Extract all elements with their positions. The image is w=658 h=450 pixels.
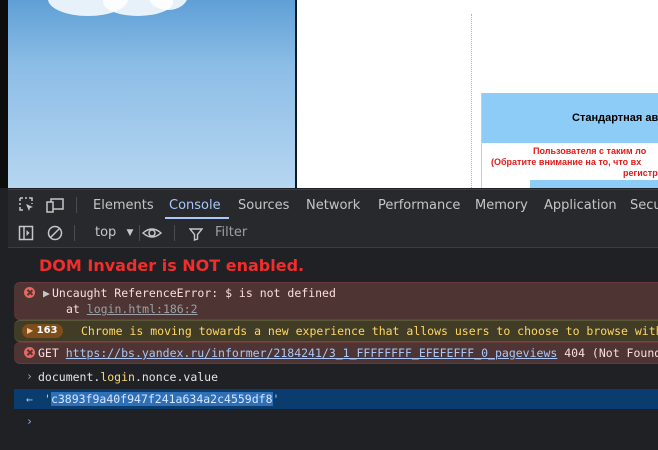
command-object: document. xyxy=(38,370,101,384)
device-toolbar-icon[interactable] xyxy=(46,196,64,214)
inspect-element-icon[interactable] xyxy=(18,196,36,214)
tab-application[interactable]: Application xyxy=(544,198,617,213)
webpage-viewport: Стандартная ав Пользователя с таким ло (… xyxy=(0,0,658,188)
source-location-link[interactable]: login.html:186:2 xyxy=(87,302,198,316)
console-command-row: › document.login.nonce.value xyxy=(14,365,658,387)
console-result-row: ← 'c3893f9a40f947f241a634a2c4559df8' xyxy=(14,389,658,409)
http-method: GET xyxy=(38,346,59,360)
tab-performance[interactable]: Performance xyxy=(378,198,460,213)
filter-input[interactable]: Filter xyxy=(215,225,247,240)
tab-sources[interactable]: Sources xyxy=(238,198,289,213)
column-divider xyxy=(295,0,297,188)
login-error-line-3: регистр xyxy=(623,168,658,178)
warning-count: 163 xyxy=(36,325,58,336)
warning-triangle-icon: ▶ xyxy=(27,326,34,335)
console-issue-message: ▶ 163 Chrome is moving towards a new exp… xyxy=(14,320,658,342)
dialog-title: Стандартная ав xyxy=(572,112,658,124)
toolbar-separator xyxy=(174,225,175,241)
warning-text: Chrome is moving towards a new experienc… xyxy=(81,324,658,338)
login-dialog: Стандартная ав Пользователя с таким ло (… xyxy=(481,93,658,188)
request-url-link[interactable]: https://bs.yandex.ru/informer/2184241/3_… xyxy=(66,346,558,360)
tab-elements[interactable]: Elements xyxy=(93,198,154,213)
live-expression-eye-icon[interactable] xyxy=(141,224,163,242)
login-error-line-2: (Обратите внимание на то, что вх xyxy=(491,157,642,167)
tab-security[interactable]: Secu xyxy=(630,198,658,213)
login-error-line-1: Пользователя с таким ло xyxy=(533,146,647,156)
toolbar-separator xyxy=(76,197,77,213)
sky-background-image xyxy=(8,0,295,188)
error-icon xyxy=(24,347,35,358)
result-string-value[interactable]: c3893f9a40f947f241a634a2c4559df8 xyxy=(50,392,273,406)
tab-memory[interactable]: Memory xyxy=(475,198,528,213)
toolbar-separator xyxy=(139,225,140,241)
clear-console-icon[interactable] xyxy=(47,225,65,243)
stack-at-prefix: at xyxy=(66,302,87,316)
filter-icon xyxy=(188,226,207,244)
result-open-quote: ' xyxy=(44,392,51,406)
http-status: 404 (Not Found xyxy=(564,346,658,360)
command-rest: .nonce.value xyxy=(134,370,219,384)
sidebar-toggle-icon[interactable] xyxy=(18,225,36,243)
result-close-quote: ' xyxy=(272,392,280,406)
error-text: Uncaught ReferenceError: $ is not define… xyxy=(52,286,336,300)
console-prompt[interactable]: › xyxy=(14,411,658,431)
expand-triangle-icon[interactable]: ▶ xyxy=(43,286,50,300)
devtools-tab-bar: Elements Console Sources Network Perform… xyxy=(8,189,658,221)
tab-network[interactable]: Network xyxy=(306,198,360,213)
warning-count-badge[interactable]: ▶ 163 xyxy=(22,324,63,338)
tab-console[interactable]: Console xyxy=(169,198,221,213)
console-error-message: ▶ Uncaught ReferenceError: $ is not defi… xyxy=(14,282,658,320)
dropdown-arrow-icon: ▼ xyxy=(126,228,134,238)
dom-invader-banner: DOM Invader is NOT enabled. xyxy=(39,256,305,275)
result-arrow-icon: ← xyxy=(26,392,33,406)
error-icon xyxy=(24,287,35,298)
prompt-chevron-icon: › xyxy=(26,414,33,428)
input-chevron-icon: › xyxy=(26,369,33,383)
command-property: login xyxy=(100,370,135,384)
console-toolbar: top ▼ Filter xyxy=(8,220,658,248)
context-selector[interactable]: top ▼ xyxy=(95,225,133,240)
console-network-error: GET https://bs.yandex.ru/informer/218424… xyxy=(14,342,658,364)
context-selector-value: top xyxy=(95,225,117,240)
dotted-guide-line xyxy=(471,14,472,188)
window-frame-edge xyxy=(0,0,8,188)
dialog-header: Стандартная ав xyxy=(482,93,658,143)
toolbar-separator xyxy=(74,225,75,241)
dialog-button[interactable] xyxy=(530,180,658,188)
active-tab-indicator xyxy=(165,217,229,219)
console-output: DOM Invader is NOT enabled. ▶ Uncaught R… xyxy=(8,248,658,450)
